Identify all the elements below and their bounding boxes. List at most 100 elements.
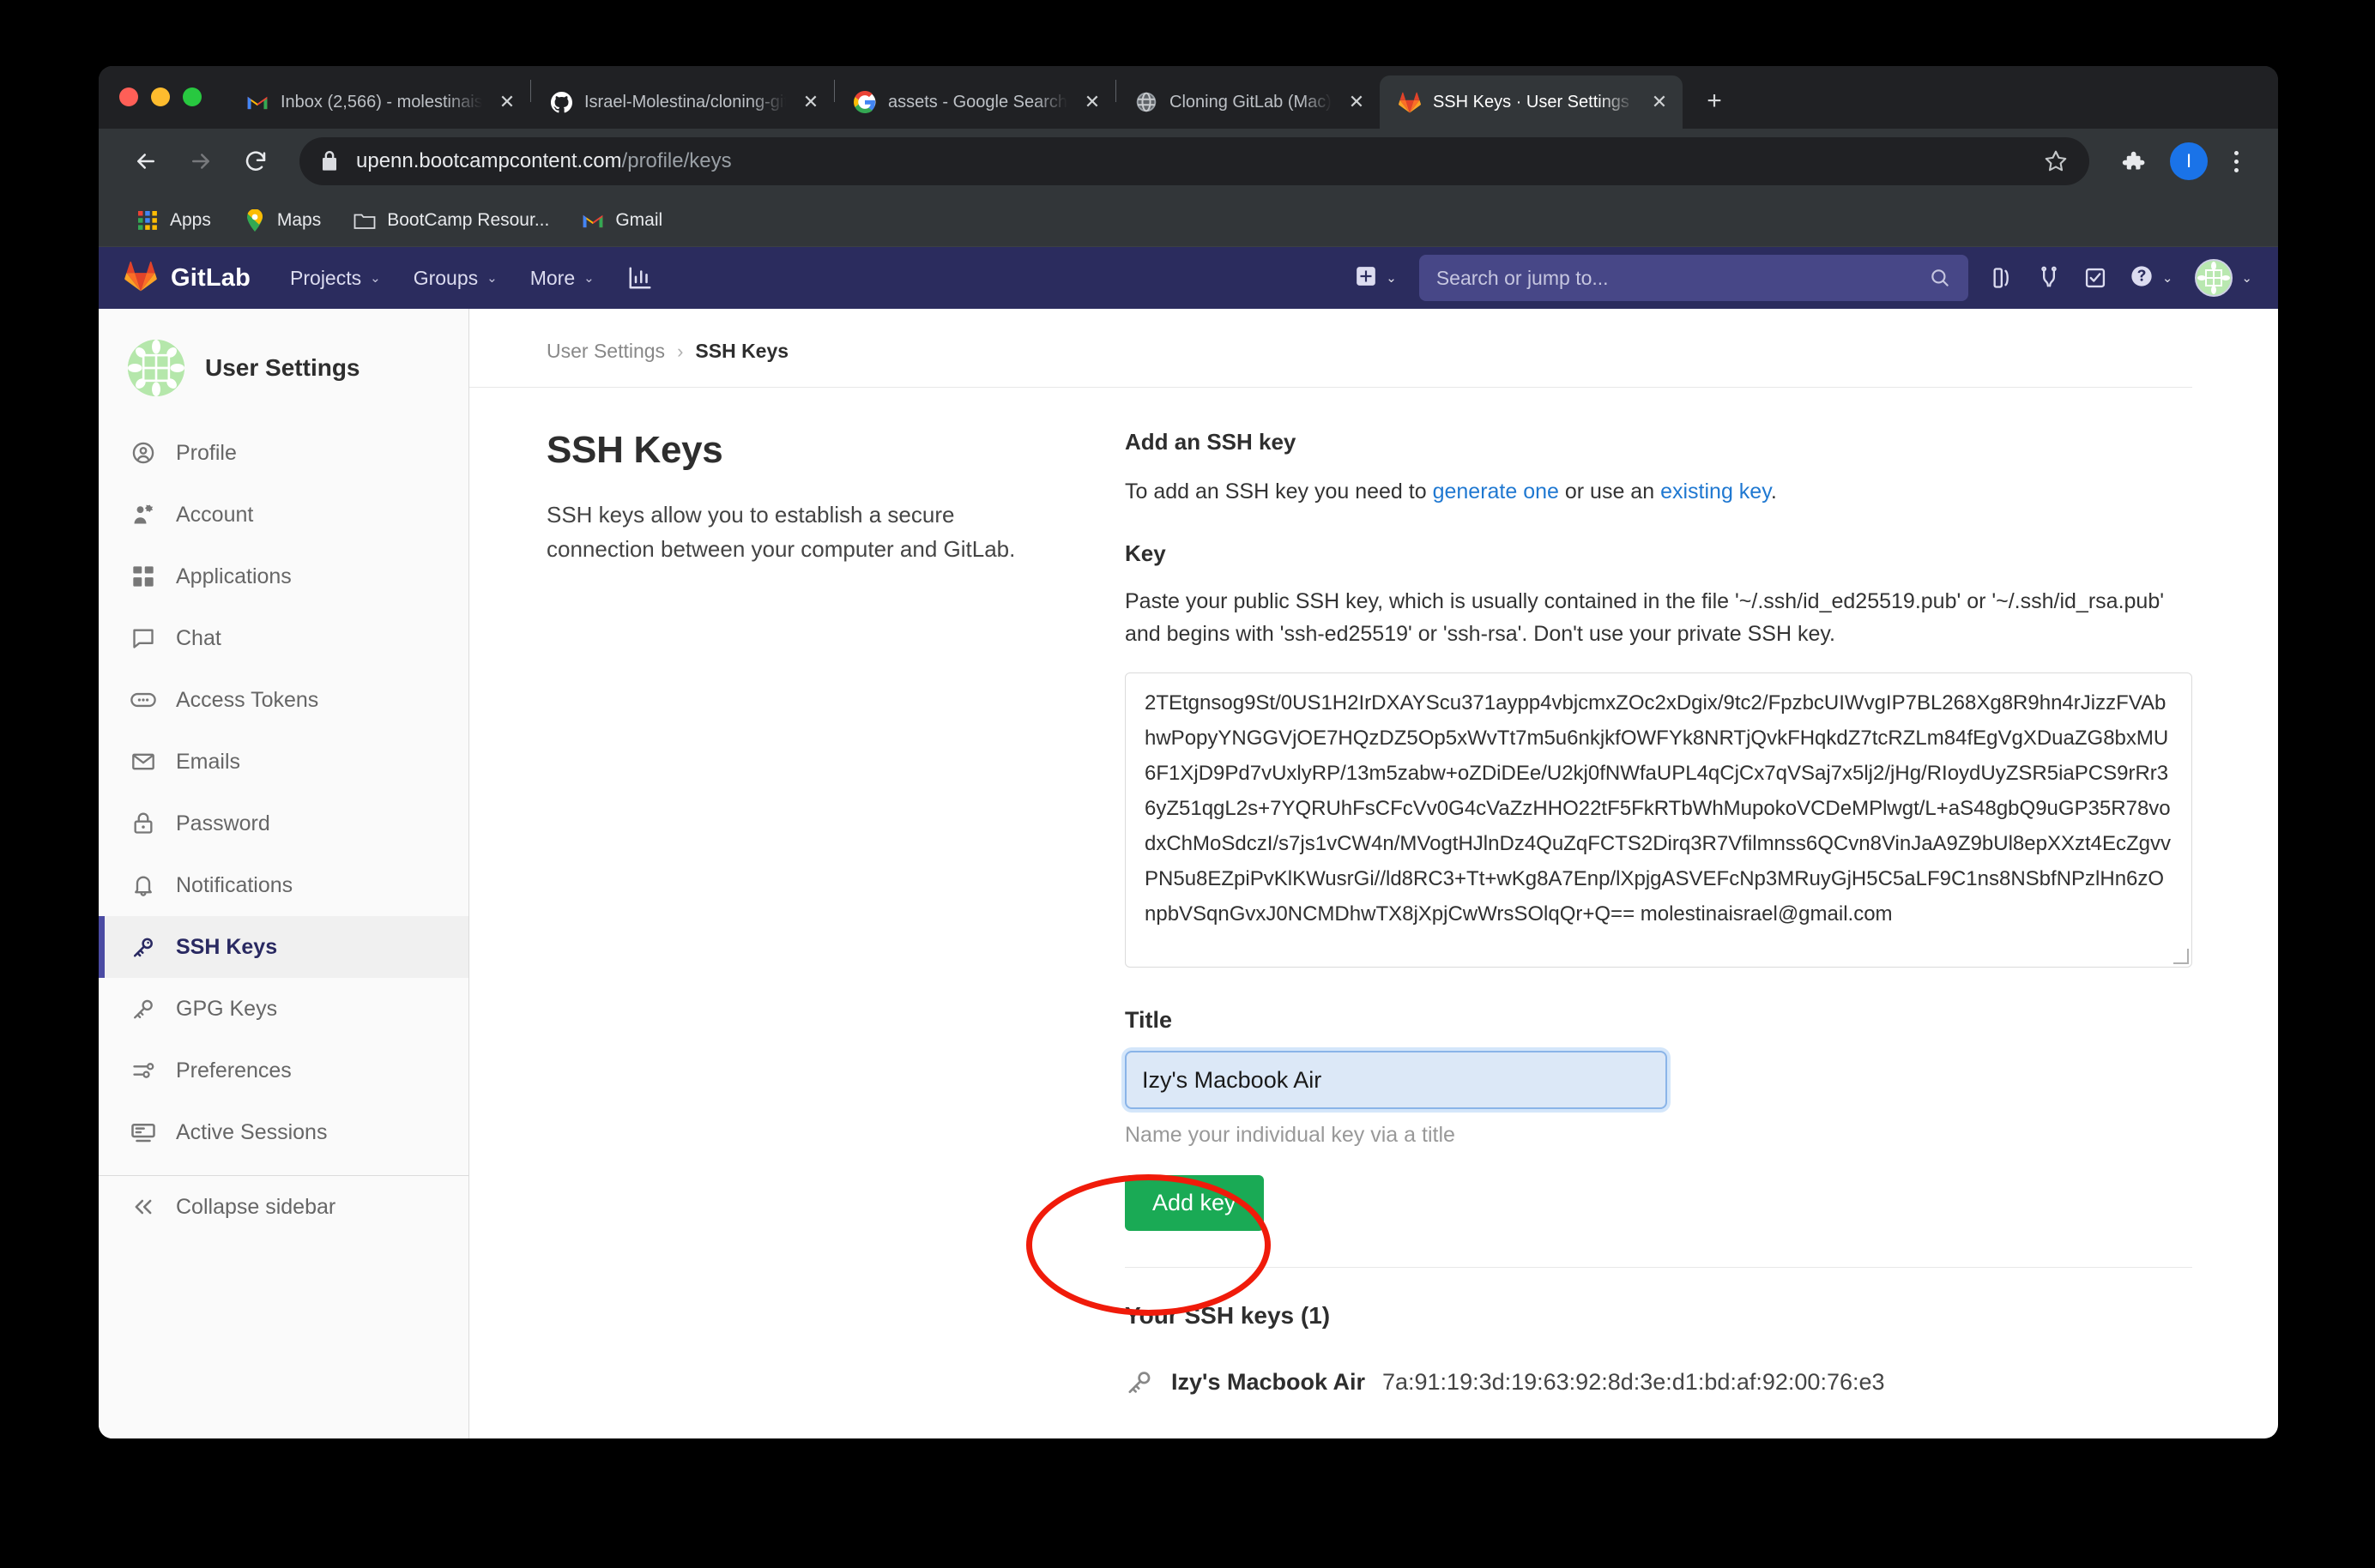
chevron-down-icon: ⌄ bbox=[583, 270, 595, 286]
sidebar-item-access-tokens[interactable]: Access Tokens bbox=[99, 669, 468, 731]
issues-board-icon[interactable] bbox=[1991, 266, 2015, 290]
url-text: upenn.bootcampcontent.com/profile/keys bbox=[356, 149, 732, 173]
help-menu[interactable]: ⌄ bbox=[2130, 264, 2173, 292]
browser-tab[interactable]: Cloning GitLab (Mac) ✕ bbox=[1116, 75, 1380, 129]
gitlab-home-link[interactable]: GitLab bbox=[124, 261, 251, 296]
sidebar-item-label: SSH Keys bbox=[176, 935, 277, 960]
lede-mid: or use an bbox=[1559, 479, 1660, 504]
bookmark-bootcamp-resources[interactable]: BootCamp Resour... bbox=[341, 203, 561, 238]
add-key-button[interactable]: Add key bbox=[1125, 1175, 1264, 1231]
browser-tab[interactable]: Israel-Molestina/cloning-git ✕ bbox=[531, 75, 834, 129]
sidebar-item-label: Profile bbox=[176, 441, 237, 466]
todos-icon[interactable] bbox=[2083, 266, 2107, 290]
extensions-puzzle-icon[interactable] bbox=[2108, 136, 2158, 186]
address-bar[interactable]: upenn.bootcampcontent.com/profile/keys bbox=[299, 137, 2089, 185]
url-host: upenn.bootcampcontent.com bbox=[356, 149, 622, 172]
nav-groups[interactable]: Groups ⌄ bbox=[414, 267, 498, 290]
merge-requests-icon[interactable] bbox=[2037, 266, 2061, 290]
browser-toolbar: upenn.bootcampcontent.com/profile/keys I bbox=[99, 129, 2278, 194]
sidebar-item-profile[interactable]: Profile bbox=[99, 422, 468, 484]
page-title: SSH Keys bbox=[547, 429, 1061, 472]
sidebar-item-emails[interactable]: Emails bbox=[99, 731, 468, 793]
nav-projects[interactable]: Projects ⌄ bbox=[290, 267, 381, 290]
sidebar-item-applications[interactable]: Applications bbox=[99, 546, 468, 607]
tab-title: Cloning GitLab (Mac) bbox=[1169, 93, 1332, 112]
bookmark-label: BootCamp Resour... bbox=[387, 210, 549, 231]
search-input[interactable]: Search or jump to... bbox=[1419, 255, 1968, 301]
browser-tab[interactable]: assets - Google Search ✕ bbox=[835, 75, 1115, 129]
maps-pin-icon bbox=[244, 209, 266, 232]
sidebar-item-active-sessions[interactable]: Active Sessions bbox=[99, 1101, 468, 1163]
sidebar-item-ssh-keys[interactable]: SSH Keys bbox=[99, 916, 468, 978]
sidebar-item-notifications[interactable]: Notifications bbox=[99, 854, 468, 916]
ssh-key-name: Izy's Macbook Air bbox=[1171, 1369, 1365, 1396]
bookmark-maps[interactable]: Maps bbox=[232, 203, 333, 238]
browser-profile-avatar[interactable]: I bbox=[2170, 142, 2208, 180]
tab-title: assets - Google Search bbox=[888, 93, 1067, 112]
analytics-chart-icon[interactable] bbox=[627, 265, 653, 291]
close-icon[interactable]: ✕ bbox=[494, 89, 520, 115]
sidebar-item-gpg-keys[interactable]: GPG Keys bbox=[99, 978, 468, 1040]
sidebar-item-account[interactable]: Account bbox=[99, 484, 468, 546]
user-menu[interactable]: ⌄ bbox=[2195, 259, 2252, 297]
minimize-window-button[interactable] bbox=[151, 87, 170, 106]
lede-pre: To add an SSH key you need to bbox=[1125, 479, 1433, 504]
user-settings-sidebar: User Settings Profile Account bbox=[99, 309, 469, 1438]
generate-one-link[interactable]: generate one bbox=[1433, 479, 1559, 504]
sidebar-header: User Settings bbox=[99, 331, 468, 422]
back-icon[interactable] bbox=[121, 136, 171, 186]
browser-menu-icon[interactable] bbox=[2216, 151, 2256, 172]
bookmark-apps[interactable]: Apps bbox=[124, 203, 223, 238]
window-traffic-lights bbox=[119, 66, 227, 129]
globe-icon bbox=[1135, 91, 1157, 113]
your-ssh-keys-heading: Your SSH keys (1) bbox=[1125, 1302, 2192, 1330]
bookmark-label: Gmail bbox=[615, 210, 662, 231]
nav-more[interactable]: More ⌄ bbox=[530, 267, 595, 290]
chat-bubble-icon bbox=[130, 624, 157, 652]
sidebar-item-label: Applications bbox=[176, 564, 292, 589]
close-icon[interactable]: ✕ bbox=[1647, 89, 1672, 115]
close-icon[interactable]: ✕ bbox=[1344, 89, 1369, 115]
new-tab-button[interactable]: + bbox=[1695, 81, 1734, 121]
gitlab-main-menu: Projects ⌄ Groups ⌄ More ⌄ bbox=[290, 267, 595, 290]
breadcrumb-root[interactable]: User Settings bbox=[547, 340, 665, 363]
sidebar-collapse-button[interactable]: Collapse sidebar bbox=[99, 1176, 468, 1238]
tab-title: SSH Keys · User Settings · bbox=[1433, 93, 1635, 112]
profile-icon bbox=[130, 439, 157, 467]
bookmark-label: Maps bbox=[277, 210, 321, 231]
browser-tab[interactable]: Inbox (2,566) - molestinaisr ✕ bbox=[227, 75, 530, 129]
close-icon[interactable]: ✕ bbox=[1079, 89, 1105, 115]
ssh-key-list-item[interactable]: Izy's Macbook Air 7a:91:19:3d:19:63:92:8… bbox=[1125, 1367, 2192, 1396]
ssh-key-textarea[interactable]: 2TEtgnsog9St/0US1H2IrDXAYScu371aypp4vbjc… bbox=[1125, 672, 2192, 968]
breadcrumb: User Settings › SSH Keys bbox=[469, 309, 2192, 388]
bookmark-gmail[interactable]: Gmail bbox=[570, 203, 674, 238]
forward-icon[interactable] bbox=[176, 136, 226, 186]
maximize-window-button[interactable] bbox=[183, 87, 202, 106]
content-left-column: SSH Keys SSH keys allow you to establish… bbox=[547, 429, 1061, 1396]
sidebar-item-label: Emails bbox=[176, 750, 240, 775]
bookmark-star-icon[interactable] bbox=[2043, 148, 2069, 174]
title-input[interactable]: Izy's Macbook Air bbox=[1125, 1051, 1667, 1109]
key-icon bbox=[130, 933, 157, 961]
gitlab-icon bbox=[1399, 91, 1421, 113]
title-field-hint: Name your individual key via a title bbox=[1125, 1123, 2192, 1148]
sidebar-item-preferences[interactable]: Preferences bbox=[99, 1040, 468, 1101]
close-icon[interactable]: ✕ bbox=[798, 89, 824, 115]
existing-key-link[interactable]: existing key bbox=[1660, 479, 1771, 504]
browser-tab-active[interactable]: SSH Keys · User Settings · ✕ bbox=[1380, 75, 1683, 129]
monitor-icon bbox=[130, 1119, 157, 1146]
sidebar-item-password[interactable]: Password bbox=[99, 793, 468, 854]
account-gear-icon bbox=[130, 501, 157, 528]
close-window-button[interactable] bbox=[119, 87, 138, 106]
sidebar-item-chat[interactable]: Chat bbox=[99, 607, 468, 669]
ssh-key-fingerprint: 7a:91:19:3d:19:63:92:8d:3e:d1:bd:af:92:0… bbox=[1382, 1369, 1885, 1396]
bookmark-label: Apps bbox=[170, 210, 211, 231]
new-item-menu[interactable]: ⌄ bbox=[1355, 265, 1397, 292]
main-content: User Settings › SSH Keys SSH Keys SSH ke… bbox=[469, 309, 2278, 1438]
key-field-help: Paste your public SSH key, which is usua… bbox=[1125, 586, 2192, 650]
sidebar-item-label: Chat bbox=[176, 626, 221, 651]
plus-square-icon bbox=[1355, 265, 1377, 292]
reload-icon[interactable] bbox=[231, 136, 281, 186]
add-key-lede: To add an SSH key you need to generate o… bbox=[1125, 479, 2192, 504]
google-icon bbox=[854, 91, 876, 113]
